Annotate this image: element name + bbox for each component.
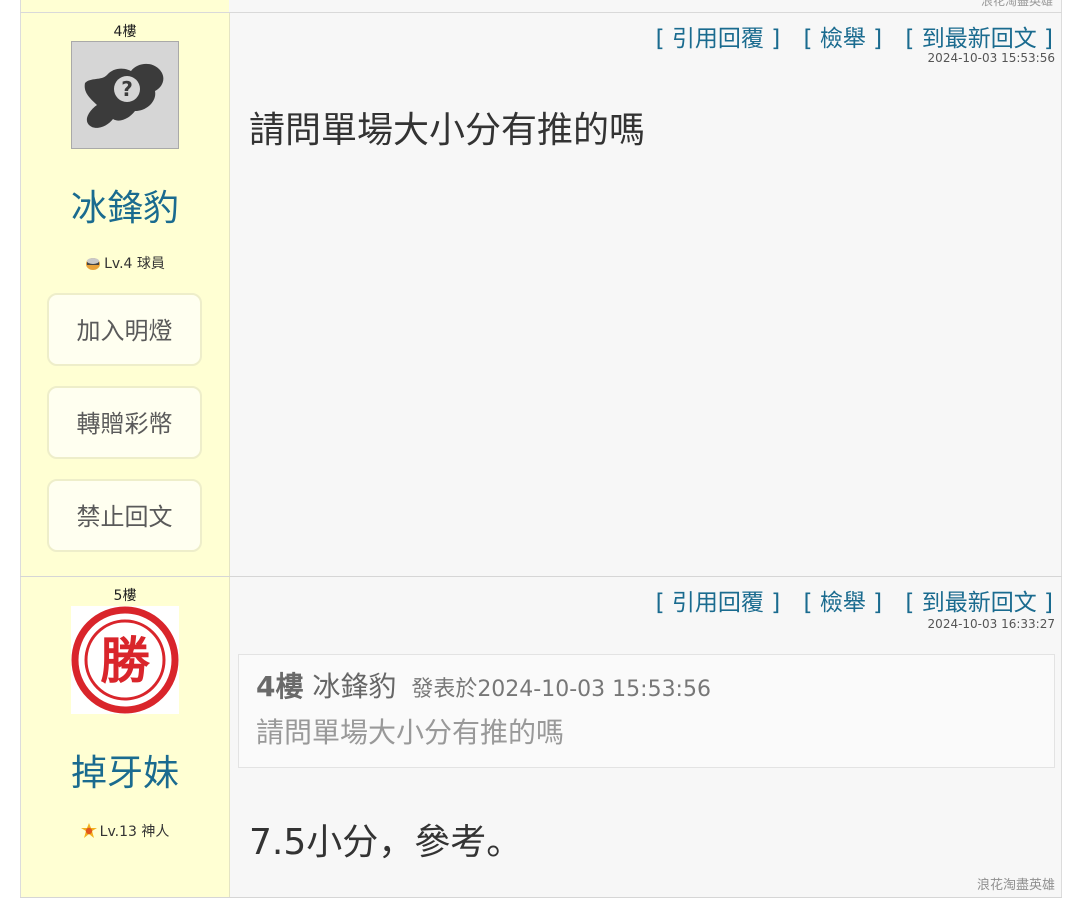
post-body: [ 引用回覆 ] [ 檢舉 ] [ 到最新回文 ] 2024-10-03 16:…: [230, 577, 1062, 897]
level-label: Lv.4 球員: [104, 256, 165, 272]
win-stamp-icon[interactable]: 勝: [71, 606, 179, 714]
add-lamp-button[interactable]: 加入明燈: [47, 293, 202, 366]
post-content: 7.5小分，參考。: [249, 822, 523, 863]
post-body: [ 引用回覆 ] [ 檢舉 ] [ 到最新回文 ] 2024-10-03 15:…: [230, 13, 1062, 576]
quote-meta: 發表於2024-10-03 15:53:56: [411, 677, 711, 702]
latest-reply-link[interactable]: [ 到最新回文 ]: [905, 590, 1053, 616]
username[interactable]: 冰鋒豹: [21, 179, 229, 231]
quoted-post: 4樓 冰鋒豹 發表於2024-10-03 15:53:56 請問單場大小分有推的…: [238, 654, 1055, 768]
helmet-icon: [85, 255, 101, 271]
ban-reply-button[interactable]: 禁止回文: [47, 479, 202, 552]
post-floor-4: 4樓 ? 冰鋒豹 Lv.4 球員 加入明燈 轉贈彩幣 禁止回文 [引用回覆]…: [20, 13, 1062, 577]
svg-text:勝: 勝: [100, 632, 151, 690]
quote-reply-link[interactable]: [ 引用回覆 ]: [656, 26, 781, 52]
quote-floor: 4樓: [256, 670, 304, 703]
quote-author[interactable]: 冰鋒豹: [312, 670, 396, 703]
post-signature: 浪花淘盡英雄: [976, 878, 1055, 893]
previous-post-signature: 浪花淘盡英雄: [980, 0, 1053, 8]
post-content: 請問單場大小分有推的嗎: [249, 110, 646, 151]
level-label: Lv.13 神人: [99, 824, 170, 840]
author-sidebar: 4樓 ? 冰鋒豹 Lv.4 球員 加入明燈 轉贈彩幣 禁止回文: [20, 13, 230, 576]
post-timestamp: 2024-10-03 16:33:27: [927, 617, 1055, 631]
quote-header: 4樓 冰鋒豹 發表於2024-10-03 15:53:56: [256, 665, 711, 705]
floor-number: 5樓: [113, 588, 137, 604]
post-actions: [ 引用回覆 ] [ 檢舉 ] [ 到最新回文 ]: [640, 19, 1053, 53]
quote-text: 請問單場大小分有推的嗎: [256, 716, 565, 749]
user-level: Lv.13 神人: [21, 821, 229, 841]
user-level: Lv.4 球員: [21, 253, 229, 273]
quote-reply-link[interactable]: [ 引用回覆 ]: [656, 590, 781, 616]
floor-number: 4樓: [113, 24, 137, 40]
gift-coins-button[interactable]: 轉贈彩幣: [47, 386, 202, 459]
username[interactable]: 掉牙妹: [21, 744, 229, 796]
post-actions: [ 引用回覆 ] [ 檢舉 ] [ 到最新回文 ]: [640, 583, 1053, 617]
latest-reply-link[interactable]: [ 到最新回文 ]: [905, 26, 1053, 52]
report-link[interactable]: [ 檢舉 ]: [804, 26, 883, 52]
sun-badge-icon: [80, 823, 97, 839]
unknown-avatar-icon[interactable]: ?: [71, 41, 179, 149]
author-sidebar: 5樓 勝 掉牙妹 Lv.13 神人: [20, 577, 230, 897]
post-timestamp: 2024-10-03 15:53:56: [927, 51, 1055, 65]
svg-text:?: ?: [121, 77, 133, 101]
previous-post-tail: 浪花淘盡英雄: [20, 0, 1062, 13]
post-floor-5: 5樓 勝 掉牙妹 Lv.13 神人 [ 引用回覆 ] [ 檢舉 ] [ 到最新回…: [20, 577, 1062, 898]
report-link[interactable]: [ 檢舉 ]: [804, 590, 883, 616]
